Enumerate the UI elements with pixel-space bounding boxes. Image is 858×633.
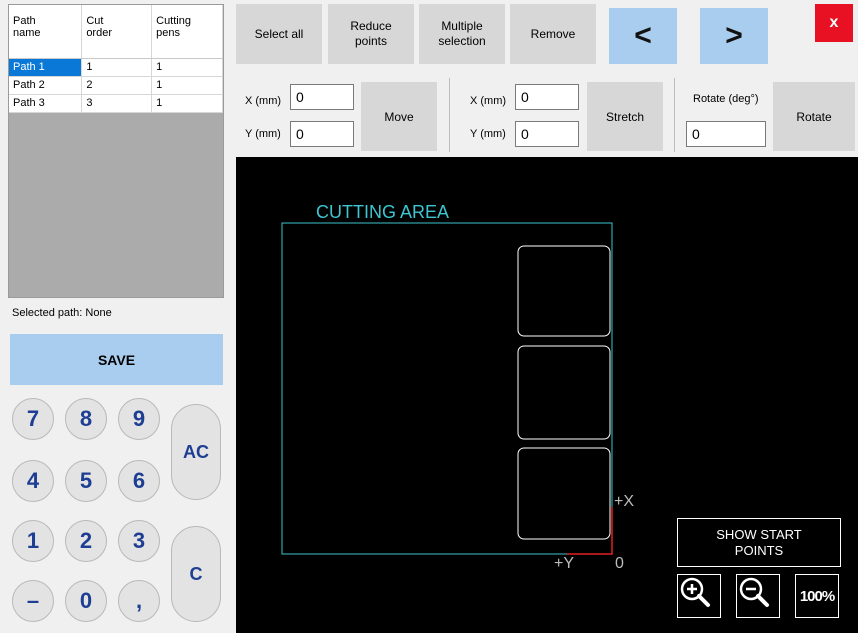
table-cell-cut-order[interactable]: 2 xyxy=(81,76,153,95)
table-cell-cutting-pens[interactable]: 1 xyxy=(151,58,223,77)
reduce-points-button[interactable]: Reduce points xyxy=(328,4,414,64)
show-start-points-button[interactable]: SHOW START POINTS xyxy=(677,518,841,567)
key-3[interactable]: 3 xyxy=(118,520,160,562)
key-1[interactable]: 1 xyxy=(12,520,54,562)
key-4[interactable]: 4 xyxy=(12,460,54,502)
table-cell-cutting-pens[interactable]: 1 xyxy=(151,76,223,95)
move-button[interactable]: Move xyxy=(361,82,437,151)
move-x-label: X (mm) xyxy=(245,95,282,107)
stretch-y-label: Y (mm) xyxy=(470,128,506,140)
zoom-in-icon xyxy=(680,577,710,607)
rotate-input[interactable] xyxy=(686,121,766,147)
multiple-selection-button[interactable]: Multiple selection xyxy=(419,4,505,64)
next-arrow-button[interactable]: > xyxy=(700,8,768,64)
remove-button[interactable]: Remove xyxy=(510,4,596,64)
key-6[interactable]: 6 xyxy=(118,460,160,502)
previous-arrow-button[interactable]: < xyxy=(609,8,677,64)
stretch-button[interactable]: Stretch xyxy=(587,82,663,151)
origin-axis-marker xyxy=(567,507,613,555)
rotate-button[interactable]: Rotate xyxy=(773,82,855,151)
table-row[interactable]: Path 2 2 1 xyxy=(9,76,223,95)
stretch-x-input[interactable] xyxy=(515,84,579,110)
zoom-in-button[interactable] xyxy=(677,574,721,618)
stretch-x-label: X (mm) xyxy=(470,95,507,107)
column-header-label: Path name xyxy=(13,15,41,39)
path-1-shape[interactable] xyxy=(517,245,611,337)
key-minus[interactable]: – xyxy=(12,580,54,622)
column-header-path-name[interactable]: Path name xyxy=(9,5,83,59)
column-header-cutting-pens[interactable]: Cutting pens xyxy=(151,5,223,59)
key-2[interactable]: 2 xyxy=(65,520,107,562)
origin-label: 0 xyxy=(615,555,624,572)
key-0[interactable]: 0 xyxy=(65,580,107,622)
column-header-label: Cut order xyxy=(86,15,112,39)
paths-table: Path name Cut order Cutting pens Path 1 … xyxy=(8,4,224,298)
key-8[interactable]: 8 xyxy=(65,398,107,440)
zoom-100-button[interactable]: 100% xyxy=(795,574,839,618)
table-cell-path-name[interactable]: Path 3 xyxy=(9,94,83,113)
show-start-points-label: SHOW START POINTS xyxy=(716,526,802,558)
clear-button[interactable]: C xyxy=(171,526,221,622)
table-row[interactable]: Path 3 3 1 xyxy=(9,94,223,113)
path-3-shape[interactable] xyxy=(517,447,611,540)
x-axis-label: +X xyxy=(614,493,635,510)
group-divider xyxy=(449,78,450,152)
close-button[interactable]: x xyxy=(815,4,853,42)
stretch-y-input[interactable] xyxy=(515,121,579,147)
rotate-label: Rotate (deg°) xyxy=(693,93,759,105)
zoom-out-icon xyxy=(739,577,769,607)
key-7[interactable]: 7 xyxy=(12,398,54,440)
table-cell-path-name[interactable]: Path 1 xyxy=(9,58,83,77)
key-comma[interactable]: , xyxy=(118,580,160,622)
key-9[interactable]: 9 xyxy=(118,398,160,440)
table-cell-cut-order[interactable]: 3 xyxy=(81,94,153,113)
column-header-label: Cutting pens xyxy=(156,15,191,39)
selected-path-label: Selected path: None xyxy=(12,307,112,319)
group-divider xyxy=(674,78,675,152)
cutting-area-border xyxy=(281,222,613,555)
table-cell-path-name[interactable]: Path 2 xyxy=(9,76,83,95)
key-5[interactable]: 5 xyxy=(65,460,107,502)
column-header-cut-order[interactable]: Cut order xyxy=(81,5,153,59)
move-y-label: Y (mm) xyxy=(245,128,281,140)
table-cell-cutting-pens[interactable]: 1 xyxy=(151,94,223,113)
table-cell-cut-order[interactable]: 1 xyxy=(81,58,153,77)
move-x-input[interactable] xyxy=(290,84,354,110)
save-button[interactable]: SAVE xyxy=(10,334,223,385)
zoom-out-button[interactable] xyxy=(736,574,780,618)
path-2-shape[interactable] xyxy=(517,345,611,440)
select-all-button[interactable]: Select all xyxy=(236,4,322,64)
cutting-area-title: CUTTING AREA xyxy=(316,202,450,222)
cutting-canvas[interactable]: CUTTING AREA +X +Y 0 SHOW START POINTS 1… xyxy=(236,157,858,633)
all-clear-button[interactable]: AC xyxy=(171,404,221,500)
table-row[interactable]: Path 1 1 1 xyxy=(9,58,223,77)
move-y-input[interactable] xyxy=(290,121,354,147)
y-axis-label: +Y xyxy=(554,555,575,572)
